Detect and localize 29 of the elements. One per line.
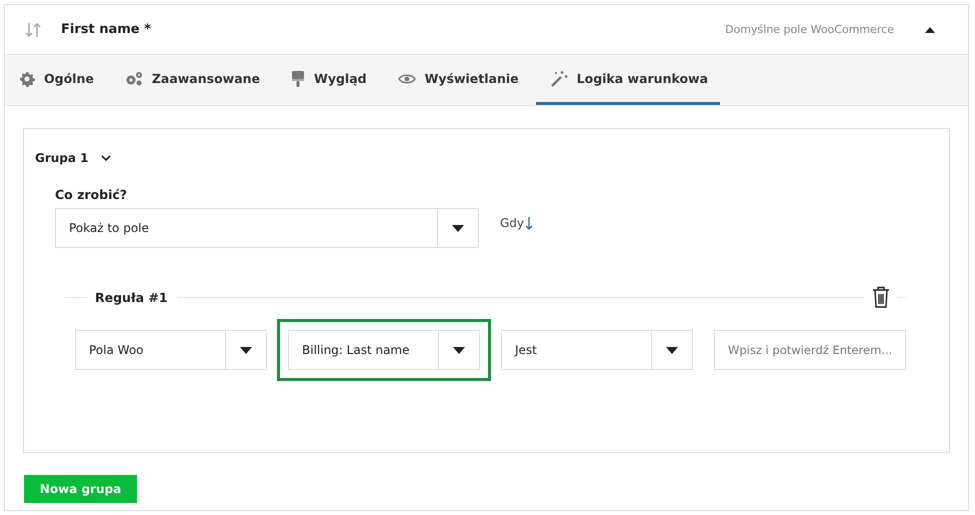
tab[interactable]: Wyświetlanie (384, 55, 531, 105)
action-select[interactable]: Pokaż to pole (55, 208, 479, 248)
trash-icon[interactable] (872, 286, 890, 308)
action-label: Co zrobić? (55, 187, 128, 202)
dropdown-arrow-icon (452, 224, 464, 232)
tab[interactable]: Logika warunkowa (536, 55, 720, 105)
rule-select[interactable]: Pola Woo (75, 330, 267, 370)
paint-roller-icon (291, 70, 306, 88)
eye-icon (398, 72, 416, 84)
when-label: Gdy (500, 216, 524, 230)
field-title: First name * (61, 22, 152, 37)
caret-icon[interactable] (924, 26, 936, 34)
rule-title: Reguła #1 (65, 290, 178, 304)
dropdown-arrow-icon (453, 346, 465, 354)
magic-wand-icon (550, 70, 568, 88)
field-source: Domyślne pole WooCommerce (725, 23, 894, 36)
group-title: Grupa 1 (35, 151, 89, 165)
dropdown-arrow-icon (666, 346, 678, 354)
value-input-field[interactable]: Wpisz i potwierdź Enterem... (714, 330, 906, 370)
tab[interactable]: Zaawansowane (110, 55, 272, 105)
tab[interactable]: Wygląd (277, 55, 379, 105)
down-arrow-icon (525, 216, 534, 230)
gears-icon (124, 70, 143, 86)
dropdown-arrow-icon (240, 346, 252, 354)
gear-icon (19, 70, 35, 86)
tab[interactable]: Ogólne (5, 55, 106, 105)
rule-select[interactable]: Jest (501, 330, 693, 370)
rule-select[interactable]: Billing: Last name (288, 330, 480, 370)
chevron-icon[interactable] (100, 154, 111, 162)
